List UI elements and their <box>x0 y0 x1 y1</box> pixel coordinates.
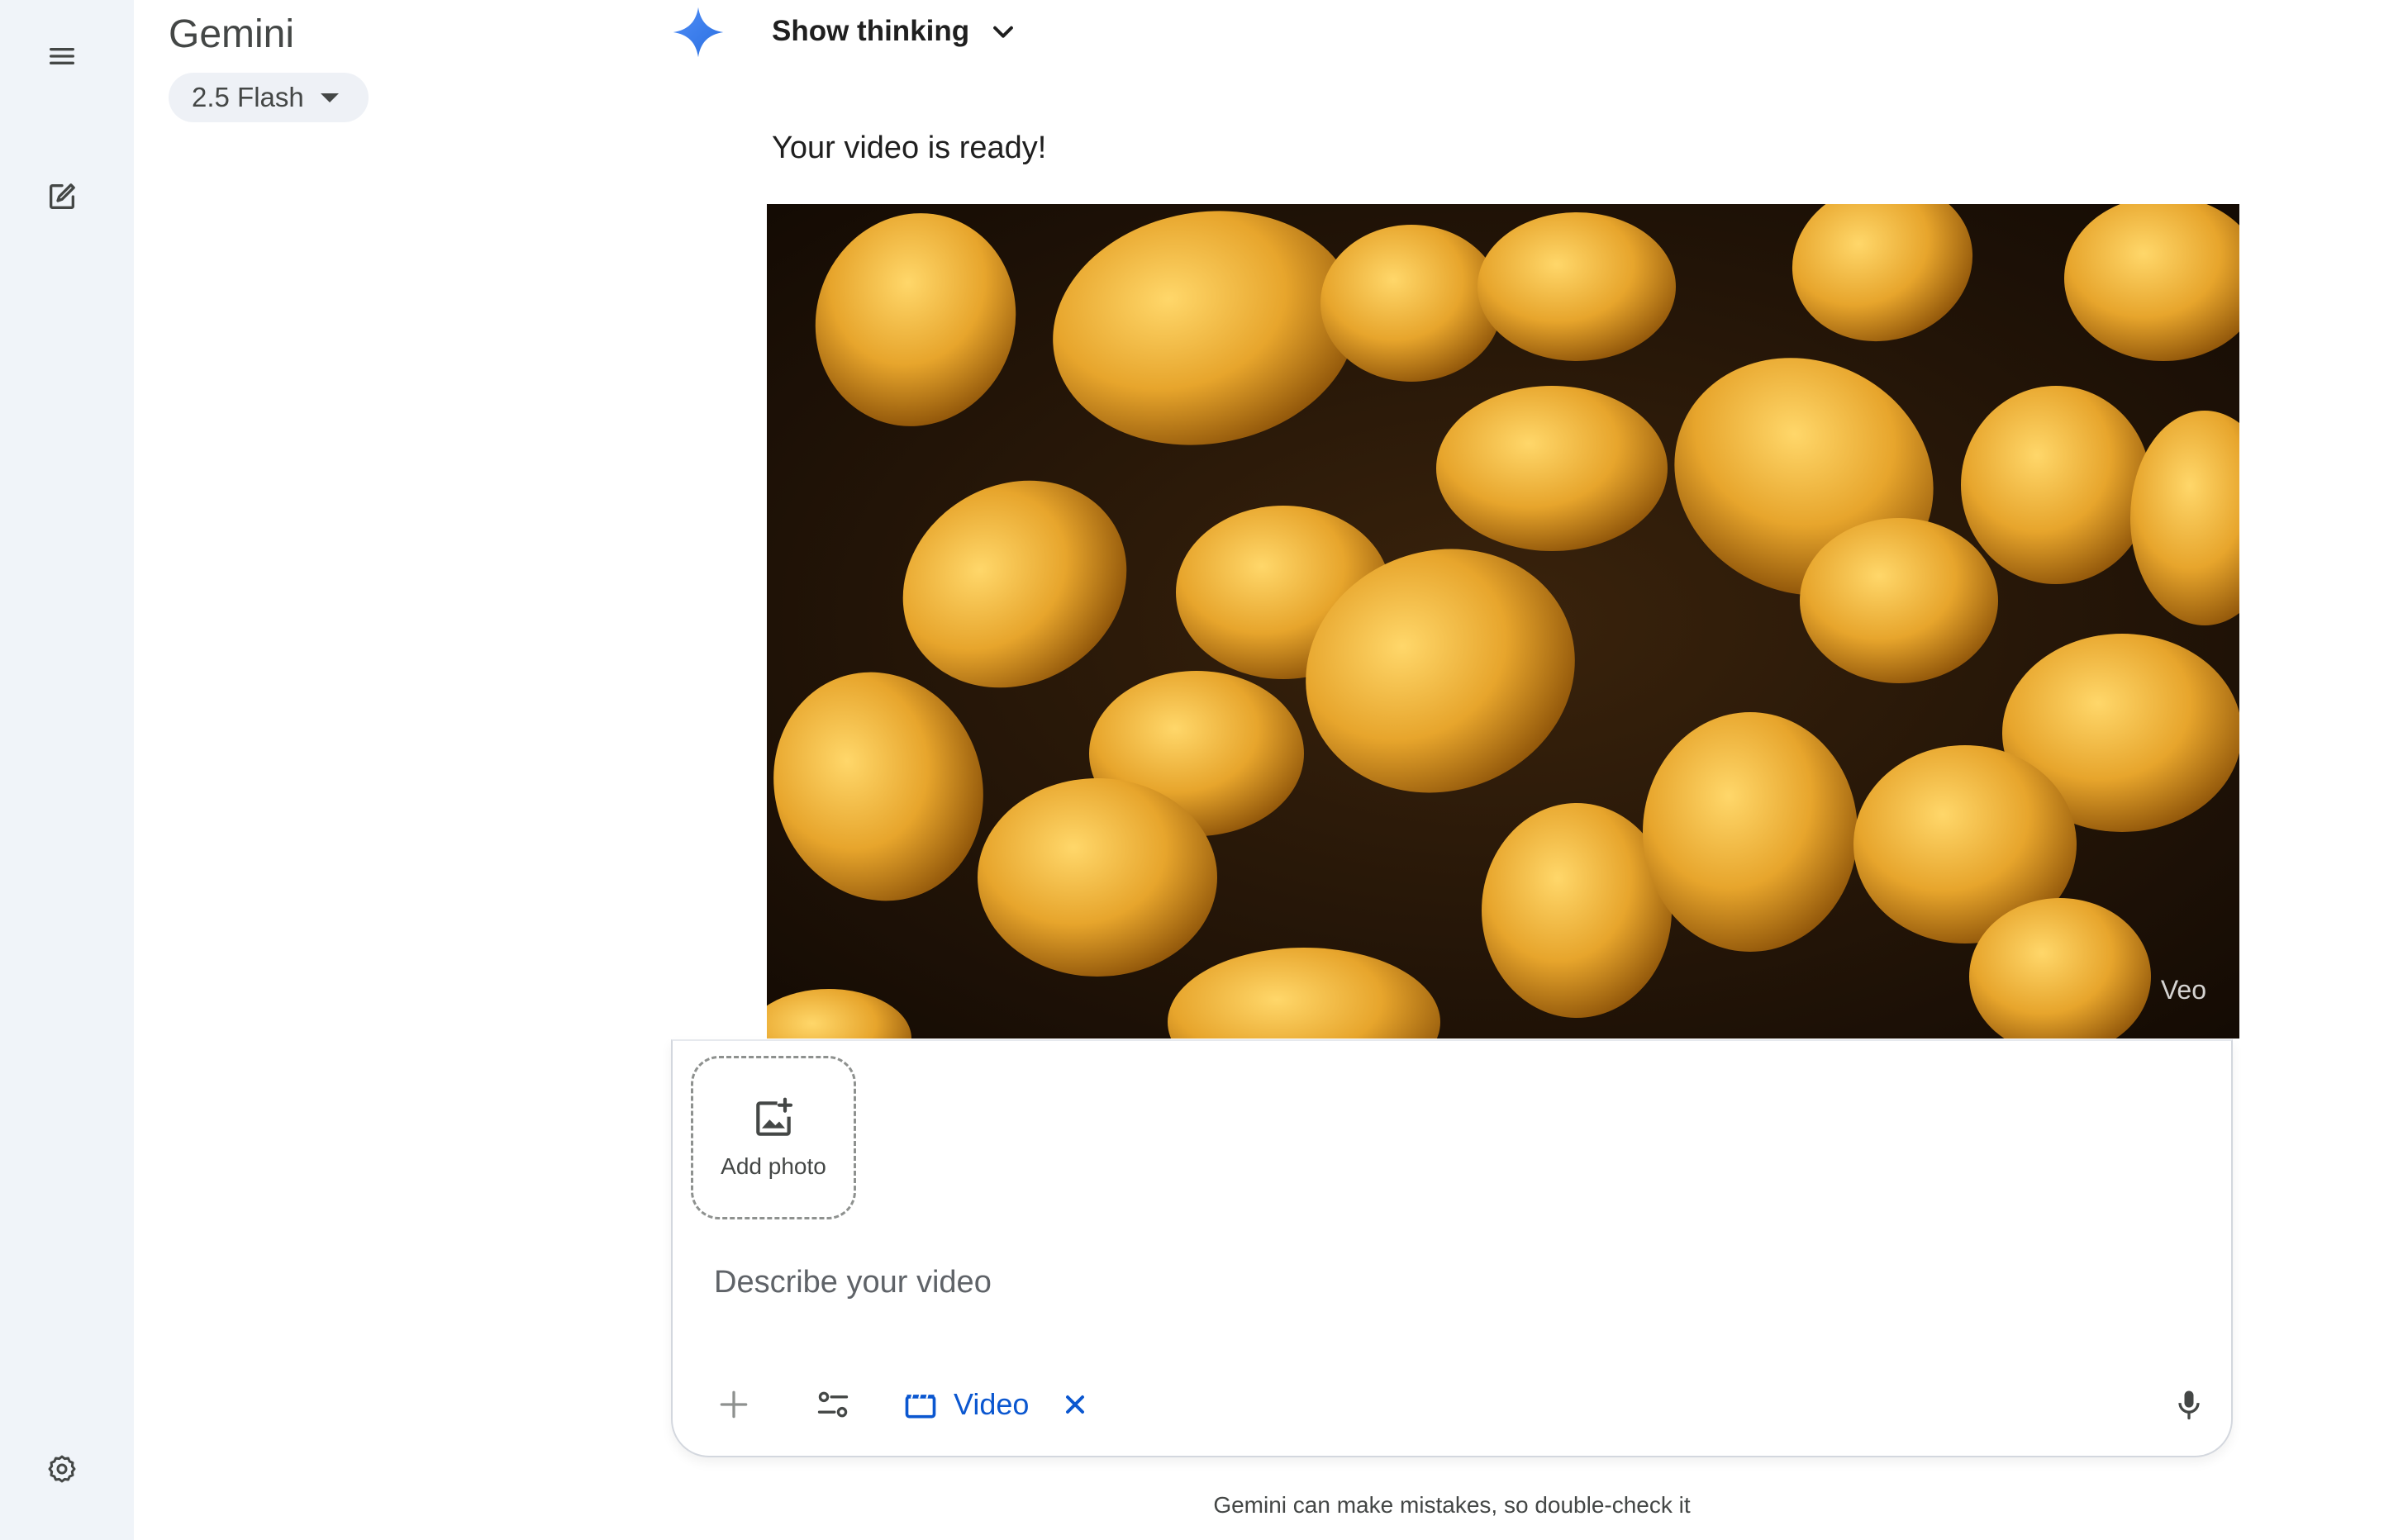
plus-icon <box>720 1390 748 1419</box>
video-chip-label[interactable]: Video <box>954 1387 1029 1422</box>
video-tool-chip: Video <box>902 1376 1090 1433</box>
clapperboard-icon <box>905 1392 936 1419</box>
tools-button[interactable] <box>808 1376 858 1433</box>
settings-button[interactable] <box>34 1441 90 1497</box>
show-thinking-label: Show thinking <box>772 15 970 47</box>
video-player[interactable]: Veo <box>767 204 2239 1039</box>
close-icon[interactable] <box>1060 1390 1090 1419</box>
add-photo-label: Add photo <box>721 1153 826 1179</box>
prompt-input[interactable] <box>714 1257 2185 1307</box>
gemini-spark-icon <box>673 7 724 58</box>
app-title: Gemini <box>169 12 295 56</box>
show-thinking-toggle[interactable]: Show thinking <box>772 10 1017 53</box>
disclaimer-text: Gemini can make mistakes, so double-chec… <box>1213 1492 1691 1518</box>
menu-button[interactable] <box>34 28 90 84</box>
new-chat-button[interactable] <box>34 169 90 225</box>
prompt-composer: Add photo Video <box>671 1039 2233 1457</box>
model-name: 2.5 Flash <box>192 82 304 112</box>
add-photo-button[interactable]: Add photo <box>691 1056 856 1219</box>
edit-icon <box>50 183 75 209</box>
tune-icon <box>817 1391 849 1418</box>
chevron-down-icon <box>993 26 1014 38</box>
gear-icon <box>48 1455 76 1483</box>
microphone-button[interactable] <box>2168 1376 2210 1433</box>
response-message: Your video is ready! <box>772 131 1047 165</box>
add-button[interactable] <box>711 1376 757 1433</box>
veo-watermark: Veo <box>2160 975 2206 1005</box>
caret-down-icon <box>320 93 339 102</box>
side-rail <box>0 0 134 1540</box>
video-frame <box>767 204 2239 1039</box>
add-photo-icon <box>756 1097 793 1136</box>
microphone-icon <box>2178 1390 2200 1420</box>
model-selector[interactable]: 2.5 Flash <box>169 73 369 122</box>
menu-icon <box>50 48 75 65</box>
